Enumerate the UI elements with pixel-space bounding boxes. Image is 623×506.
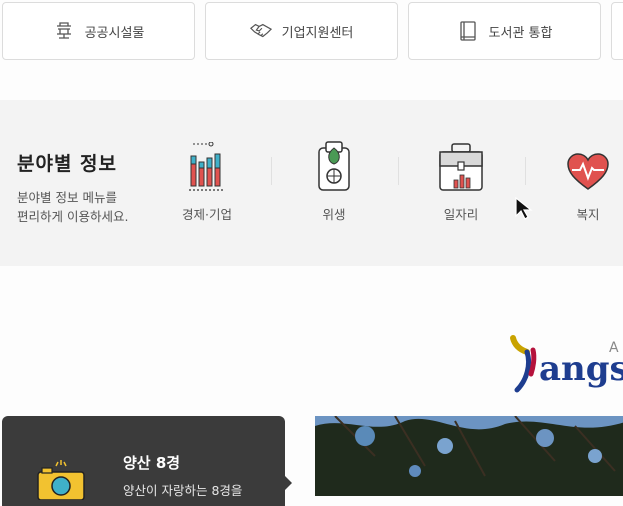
quick-link-library[interactable]: 도서관 통합 (408, 2, 601, 60)
scenic-subtitle: 양산이 자랑하는 8경을 (123, 483, 243, 498)
scenic-panel[interactable]: 양산 8경 양산이 자랑하는 8경을 (2, 416, 285, 506)
quick-link-label: 도서관 통합 (488, 25, 553, 41)
svg-text:A: A (609, 340, 619, 356)
heart-pulse-icon (538, 140, 623, 192)
quick-link-business-support[interactable]: 기업지원센터 (205, 2, 398, 60)
scenic-title: 양산 8경 (123, 454, 181, 472)
field-info-section: 분야별 정보 분야별 정보 메뉴를 편리하게 이용하세요. 경제·기업 위생 일… (0, 100, 623, 266)
category-label: 일자리 (443, 207, 479, 222)
category-economy[interactable]: 경제·기업 (157, 140, 257, 230)
quick-link-label: 공공시설물 (84, 25, 145, 41)
category-label: 경제·기업 (182, 207, 232, 222)
category-hygiene[interactable]: 위생 (284, 140, 384, 230)
quick-link-public-facilities[interactable]: 공공시설물 (2, 2, 195, 60)
category-jobs[interactable]: 일자리 (411, 140, 511, 230)
quick-link-more[interactable] (611, 2, 623, 60)
mouse-cursor-icon (514, 196, 536, 226)
category-label: 위생 (322, 207, 346, 222)
book-icon (457, 20, 479, 42)
yangsan-logo: angs A (505, 328, 623, 398)
quick-link-label: 기업지원센터 (281, 25, 354, 41)
category-label: 복지 (576, 207, 600, 222)
building-icon (53, 20, 75, 42)
briefcase-icon (411, 140, 511, 192)
field-info-description: 분야별 정보 메뉴를 편리하게 이용하세요. (17, 190, 129, 224)
category-welfare[interactable]: 복지 (538, 140, 623, 230)
bar-chart-icon (157, 140, 257, 192)
field-info-title: 분야별 정보 (17, 153, 118, 175)
camera-icon (36, 460, 86, 504)
divider (398, 157, 399, 185)
scenic-photo (315, 416, 623, 496)
divider (525, 157, 526, 185)
quick-links: 공공시설물 기업지원센터 도서관 통합 (0, 2, 623, 60)
divider (271, 157, 272, 185)
scenic-arrow (283, 474, 292, 492)
handshake-icon (249, 20, 272, 42)
hygiene-icon (284, 140, 384, 192)
